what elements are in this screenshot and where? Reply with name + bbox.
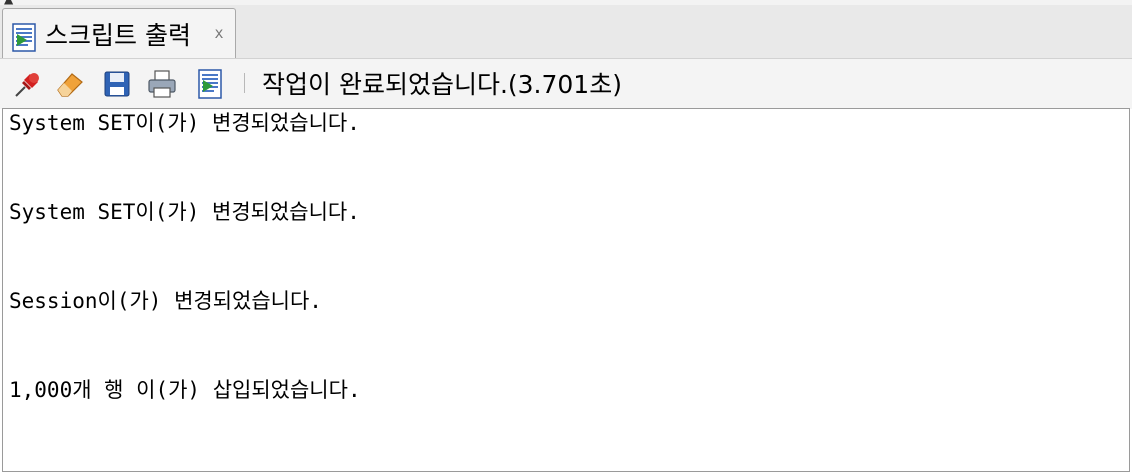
tab-script-output[interactable]: 스크립트 출력 x <box>2 8 236 62</box>
save-icon[interactable] <box>101 68 133 100</box>
status-message: 작업이 완료되었습니다.(3.701초) <box>262 70 622 99</box>
eraser-icon[interactable] <box>54 68 86 100</box>
script-document-icon <box>12 23 36 52</box>
tab-title: 스크립트 출력 <box>45 21 191 50</box>
output-line: System SET이(가) 변경되었습니다. <box>9 200 360 224</box>
window-corner-icon: ▲ <box>4 0 26 5</box>
script-output-pane[interactable]: System SET이(가) 변경되었습니다. System SET이(가) 변… <box>2 108 1130 472</box>
output-line: System SET이(가) 변경되었습니다. <box>9 111 360 135</box>
tab-close-icon[interactable]: x <box>208 22 230 44</box>
script-document-icon[interactable] <box>194 68 226 100</box>
output-toolbar: 작업이 완료되었습니다.(3.701초) <box>0 58 1132 109</box>
toolbar-separator <box>244 73 245 93</box>
output-line: 1,000개 행 이(가) 삽입되었습니다. <box>9 378 361 402</box>
output-line: Session이(가) 변경되었습니다. <box>9 289 322 313</box>
pin-icon[interactable] <box>12 68 44 100</box>
tab-bar: 스크립트 출력 x <box>0 5 1132 62</box>
print-icon[interactable] <box>146 68 178 100</box>
